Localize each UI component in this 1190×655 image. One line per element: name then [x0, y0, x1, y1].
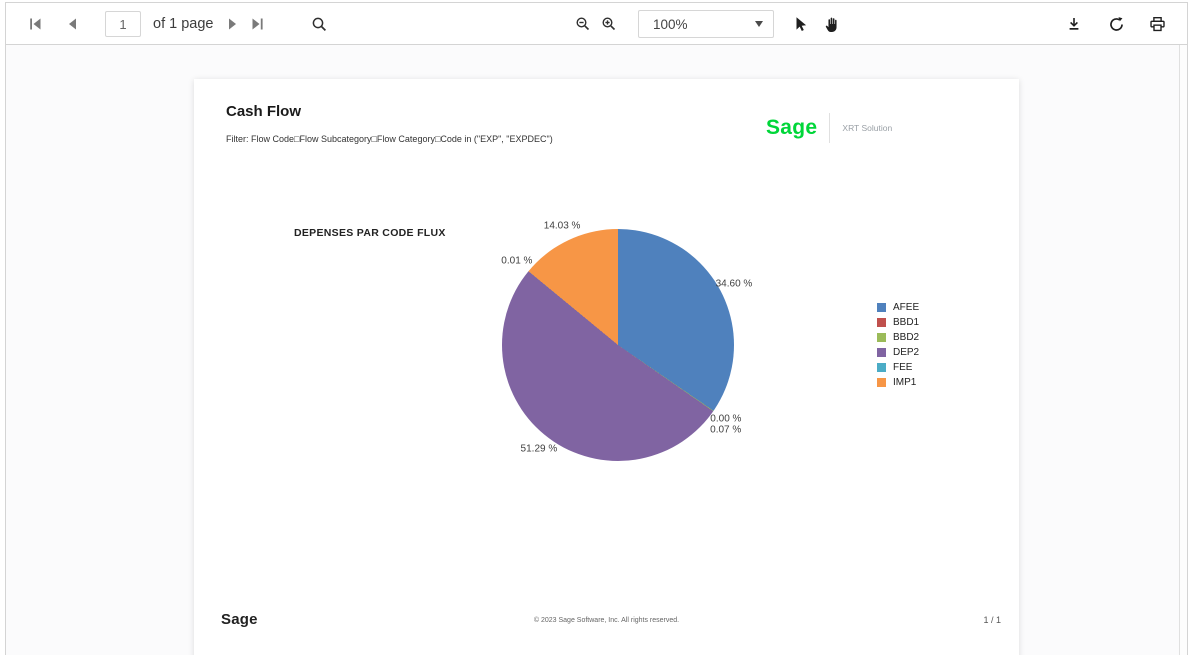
legend-swatch — [877, 333, 886, 342]
pie-chart — [502, 229, 734, 461]
sage-logo: Sage — [766, 116, 818, 139]
download-icon — [1069, 18, 1079, 30]
zoom-in-icon — [602, 17, 616, 31]
chart-title: DEPENSES PAR CODE FLUX — [294, 227, 446, 239]
legend-swatch — [877, 318, 886, 327]
legend-item: IMP1 — [877, 375, 919, 390]
pie-slice-label: 0.07 % — [710, 424, 742, 436]
legend-label: BBD2 — [893, 332, 920, 343]
legend-swatch — [877, 378, 886, 387]
legend-item: BBD1 — [877, 315, 919, 330]
pie-slice-label: 14.03 % — [543, 220, 581, 232]
zoom-tools-group: 100% — [572, 3, 843, 45]
next-page-icon — [228, 18, 236, 30]
print-icon — [1149, 16, 1165, 31]
last-page-button[interactable] — [246, 11, 268, 37]
legend-label: IMP1 — [893, 377, 917, 388]
search-icon — [312, 17, 326, 31]
previous-page-icon — [68, 18, 76, 30]
search-button[interactable] — [308, 11, 330, 37]
legend-swatch — [877, 348, 886, 357]
zoom-level-select[interactable]: 100% — [638, 10, 774, 38]
last-page-icon — [252, 18, 263, 30]
pie-slice-label: 34.60 % — [715, 278, 753, 290]
pointer-select-button[interactable] — [789, 11, 811, 37]
refresh-button[interactable] — [1105, 11, 1127, 37]
brand-product-label: XRT Solution — [842, 123, 893, 133]
report-page: Cash Flow Filter: Flow Code□Flow Subcate… — [194, 79, 1019, 655]
document-viewport[interactable]: Cash Flow Filter: Flow Code□Flow Subcate… — [6, 45, 1187, 655]
pie-slice-label: 0.00 % — [710, 413, 742, 425]
legend-swatch — [877, 303, 886, 312]
legend-swatch — [877, 363, 886, 372]
legend-item: DEP2 — [877, 345, 919, 360]
page-footer: Sage © 2023 Sage Software, Inc. All righ… — [194, 609, 1019, 633]
viewer-toolbar: of 1 page 100% — [6, 3, 1187, 45]
vertical-scrollbar[interactable] — [1179, 45, 1187, 655]
previous-page-button[interactable] — [61, 11, 83, 37]
report-viewer-window: of 1 page 100% — [5, 2, 1188, 655]
actions-group — [1063, 3, 1168, 45]
report-title: Cash Flow — [226, 103, 302, 120]
chevron-down-icon — [755, 21, 763, 27]
legend-item: BBD2 — [877, 330, 919, 345]
pointer-arrow-icon — [796, 17, 807, 31]
refresh-icon — [1109, 16, 1123, 31]
report-filter-text: Filter: Flow Code□Flow Subcategory□Flow … — [226, 134, 553, 144]
first-page-icon — [29, 18, 40, 30]
brand-block: Sage XRT Solution — [766, 113, 892, 143]
print-button[interactable] — [1146, 11, 1168, 37]
page-count-label: of 1 page — [153, 16, 214, 32]
legend-item: AFEE — [877, 300, 919, 315]
download-button[interactable] — [1063, 11, 1085, 37]
legend-label: BBD1 — [893, 317, 920, 328]
pie-slice-label: 51.29 % — [520, 443, 558, 455]
pie-slice-label: 0.01 % — [501, 255, 533, 267]
chart-legend: AFEE BBD1 BBD2 DEP2 FEE IMP1 — [877, 300, 919, 390]
pagination-group: of 1 page — [6, 3, 330, 45]
zoom-out-icon — [576, 17, 590, 31]
legend-label: DEP2 — [893, 347, 920, 358]
legend-label: FEE — [893, 362, 913, 373]
pan-tool-button[interactable] — [821, 11, 843, 37]
brand-divider — [829, 113, 831, 143]
pan-hand-icon — [825, 17, 837, 32]
zoom-out-button[interactable] — [572, 11, 594, 37]
legend-item: FEE — [877, 360, 919, 375]
copyright-text: © 2023 Sage Software, Inc. All rights re… — [533, 617, 680, 624]
first-page-button[interactable] — [24, 11, 46, 37]
zoom-level-value: 100% — [653, 16, 688, 32]
next-page-button[interactable] — [221, 11, 243, 37]
legend-label: AFEE — [893, 302, 920, 313]
page-number-input[interactable] — [105, 11, 141, 37]
zoom-in-button[interactable] — [598, 11, 620, 37]
page-indicator: 1 / 1 — [983, 615, 1001, 625]
